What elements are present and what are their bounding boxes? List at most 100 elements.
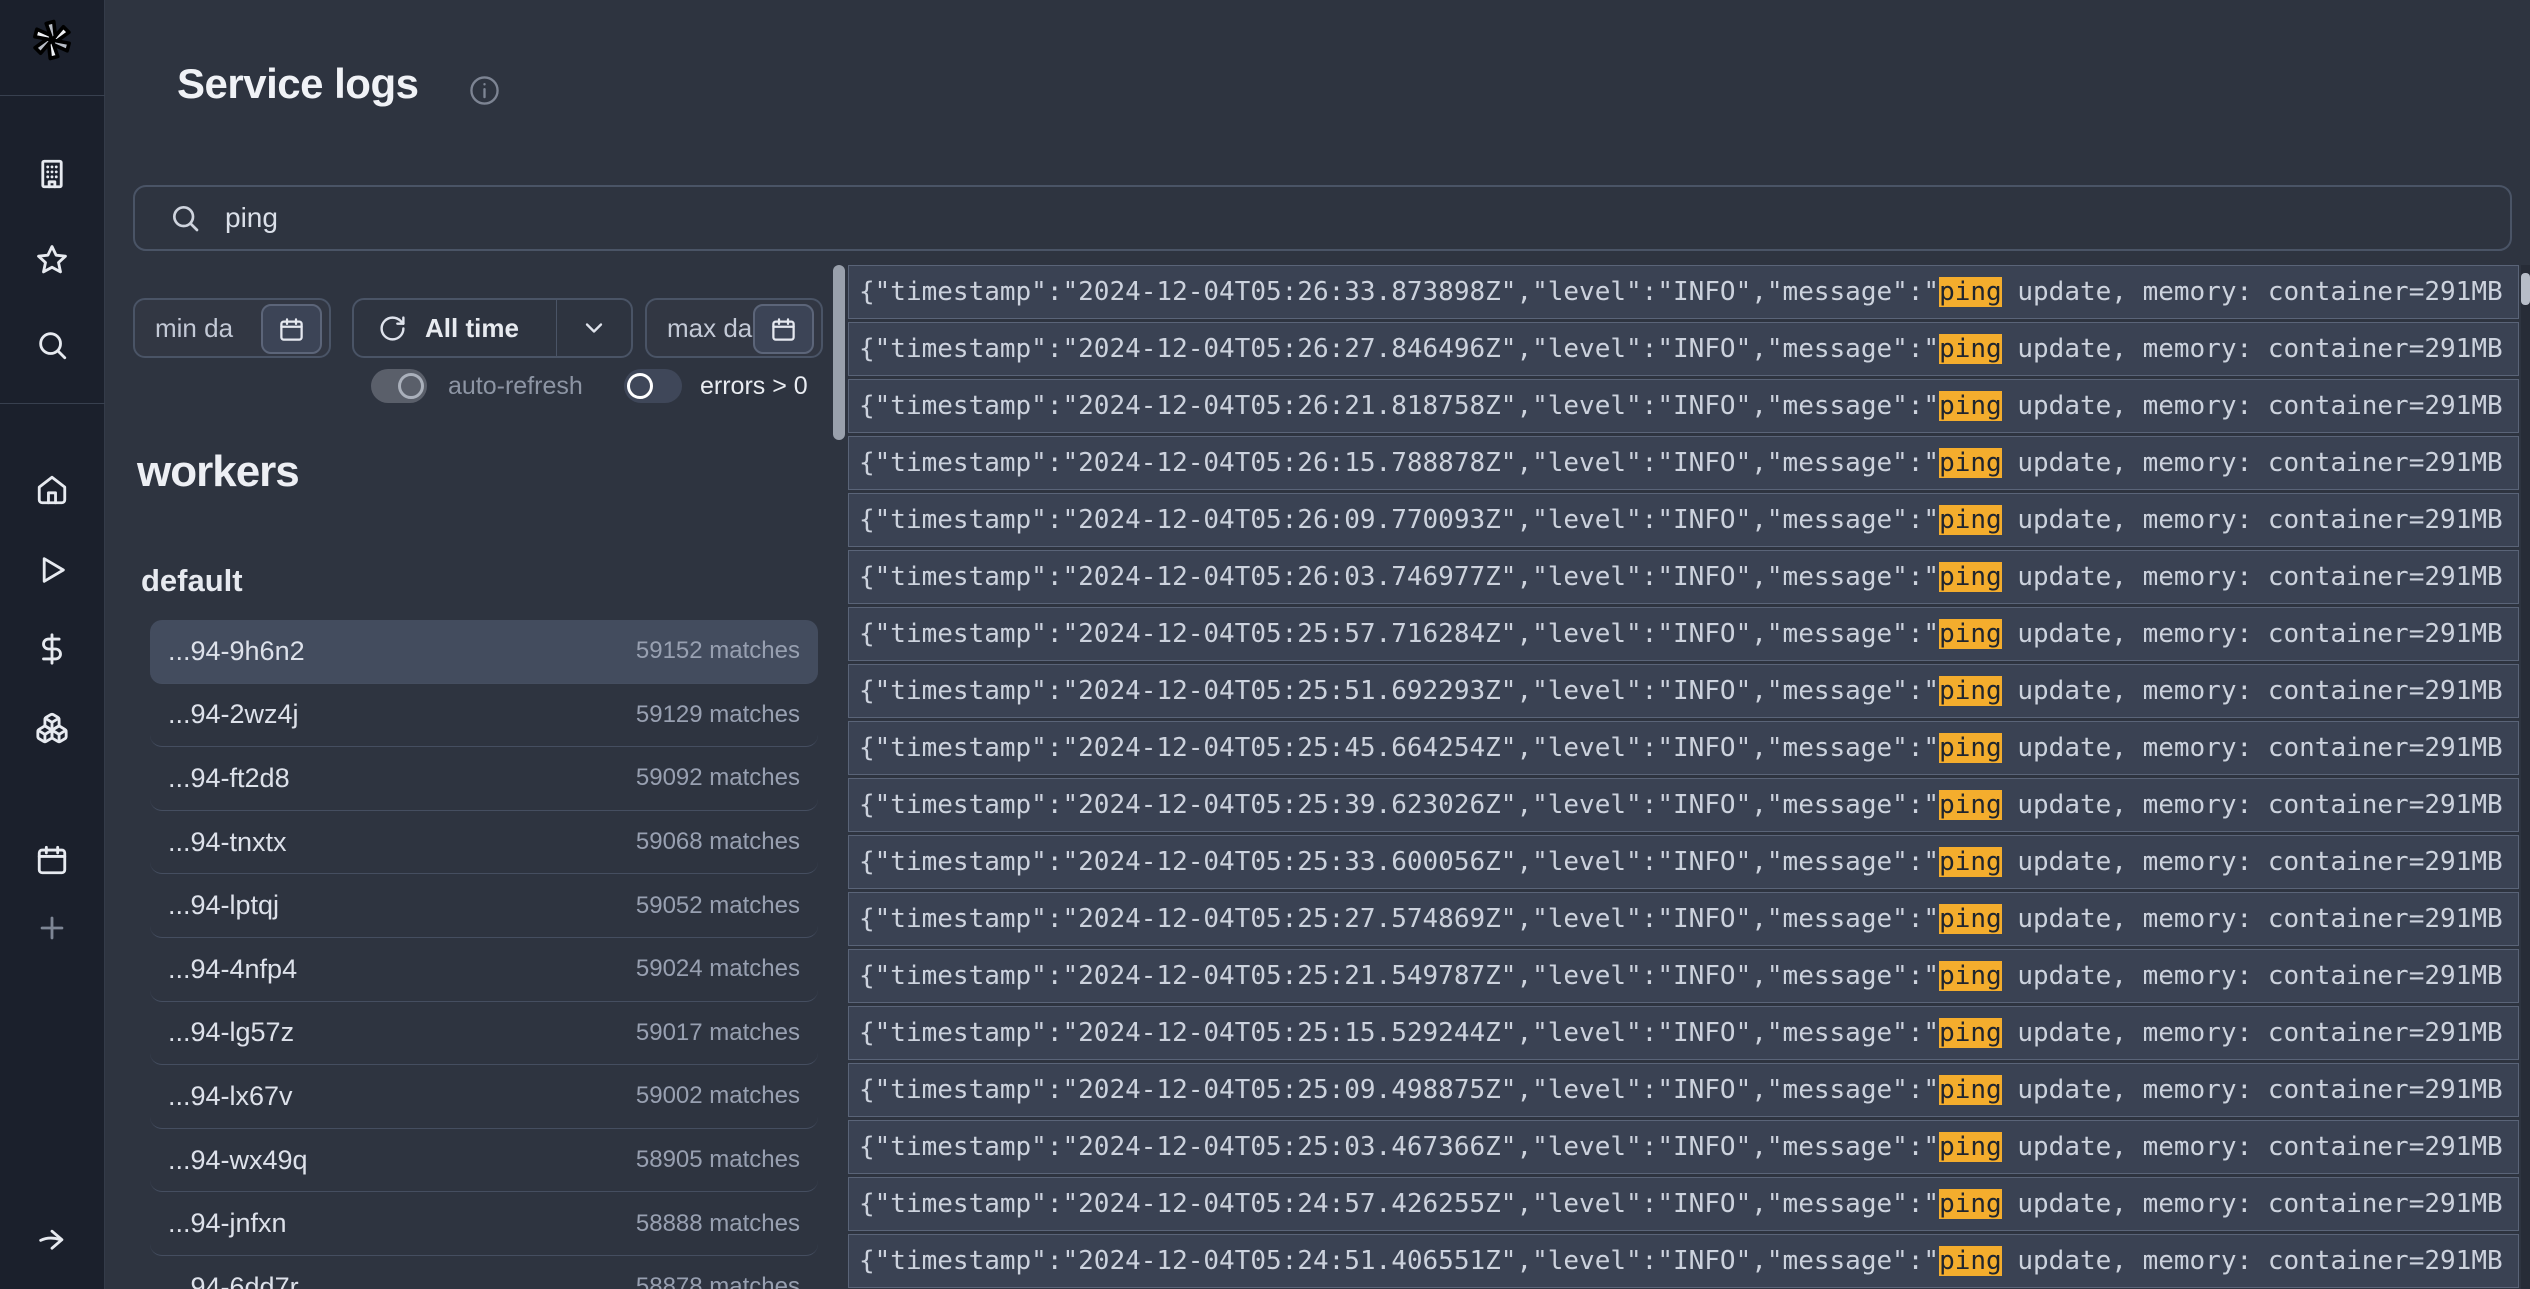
worker-name: ...94-lx67v	[168, 1081, 293, 1112]
log-row: {"timestamp":"2024-12-04T05:26:21.818758…	[848, 379, 2519, 433]
worker-panel-scrollbar-thumb[interactable]	[833, 265, 845, 440]
sidebar-divider	[0, 95, 105, 96]
worker-list: ...94-9h6n2 59152 matches ...94-2wz4j 59…	[150, 620, 818, 1289]
worker-row[interactable]: ...94-9h6n2 59152 matches	[150, 620, 818, 684]
log-text: update, memory: container=291MB	[2002, 847, 2503, 877]
log-text: update, memory: container=291MB	[2002, 904, 2503, 934]
min-date-calendar-button[interactable]	[261, 304, 322, 354]
toggle-knob	[627, 373, 653, 399]
log-text: {"timestamp":"2024-12-04T05:25:45.664254…	[859, 733, 1939, 763]
worker-match-count: 59068 matches	[636, 828, 800, 856]
log-text: {"timestamp":"2024-12-04T05:26:09.770093…	[859, 505, 1939, 535]
worker-row[interactable]: ...94-lg57z 59017 matches	[150, 1002, 818, 1066]
home-icon[interactable]	[35, 473, 69, 507]
log-scrollbar-thumb[interactable]	[2521, 273, 2530, 305]
log-row: {"timestamp":"2024-12-04T05:26:27.846496…	[848, 322, 2519, 376]
log-text: {"timestamp":"2024-12-04T05:25:51.692293…	[859, 676, 1939, 706]
log-text: {"timestamp":"2024-12-04T05:26:21.818758…	[859, 391, 1939, 421]
worker-name: ...94-9h6n2	[168, 636, 305, 667]
log-text: {"timestamp":"2024-12-04T05:26:27.846496…	[859, 334, 1939, 364]
worker-row[interactable]: ...94-6dd7r 58878 matches	[150, 1256, 818, 1289]
search-input[interactable]	[225, 202, 2490, 234]
log-scrollbar-track[interactable]	[2521, 265, 2530, 1289]
log-highlighted-match: ping	[1939, 334, 2002, 364]
time-range-refresh-button[interactable]: All time	[354, 300, 556, 356]
log-text: update, memory: container=291MB	[2002, 961, 2503, 991]
log-highlighted-match: ping	[1939, 790, 2002, 820]
log-text: update, memory: container=291MB	[2002, 1189, 2503, 1219]
log-text: update, memory: container=291MB	[2002, 1018, 2503, 1048]
time-range-dropdown-button[interactable]	[557, 300, 631, 356]
log-row: {"timestamp":"2024-12-04T05:25:21.549787…	[848, 949, 2519, 1003]
worker-match-count: 59052 matches	[636, 892, 800, 920]
workspace-building-icon[interactable]	[35, 157, 69, 191]
worker-row[interactable]: ...94-jnfxn 58888 matches	[150, 1192, 818, 1256]
min-date-field	[133, 298, 331, 358]
log-text: update, memory: container=291MB	[2002, 676, 2503, 706]
worker-match-count: 59024 matches	[636, 955, 800, 983]
log-row: {"timestamp":"2024-12-04T05:26:09.770093…	[848, 493, 2519, 547]
worker-name: ...94-lg57z	[168, 1017, 294, 1048]
log-highlighted-match: ping	[1939, 1075, 2002, 1105]
worker-row[interactable]: ...94-ft2d8 59092 matches	[150, 747, 818, 811]
log-highlighted-match: ping	[1939, 1246, 2002, 1276]
log-highlighted-match: ping	[1939, 505, 2002, 535]
expand-sidebar-arrow-icon[interactable]	[35, 1222, 69, 1256]
worker-row[interactable]: ...94-lx67v 59002 matches	[150, 1065, 818, 1129]
log-row: {"timestamp":"2024-12-04T05:25:15.529244…	[848, 1006, 2519, 1060]
log-text: {"timestamp":"2024-12-04T05:24:57.426255…	[859, 1189, 1939, 1219]
log-row: {"timestamp":"2024-12-04T05:24:57.426255…	[848, 1177, 2519, 1231]
log-text: update, memory: container=291MB	[2002, 505, 2503, 535]
worker-match-count: 59002 matches	[636, 1082, 800, 1110]
worker-name: ...94-6dd7r	[168, 1272, 299, 1289]
worker-row[interactable]: ...94-tnxtx 59068 matches	[150, 811, 818, 875]
resources-boxes-icon[interactable]	[35, 711, 69, 745]
service-logs-page: Service logs All time auto-refresh error…	[0, 0, 2530, 1289]
worker-name: ...94-jnfxn	[168, 1208, 287, 1239]
max-date-calendar-button[interactable]	[753, 304, 814, 354]
auto-refresh-label: auto-refresh	[448, 372, 583, 401]
schedules-calendar-icon[interactable]	[35, 843, 69, 877]
windmill-logo-icon[interactable]	[30, 18, 74, 62]
worker-match-count: 59152 matches	[636, 637, 800, 665]
log-row: {"timestamp":"2024-12-04T05:24:51.406551…	[848, 1234, 2519, 1288]
worker-row[interactable]: ...94-4nfp4 59024 matches	[150, 938, 818, 1002]
search-icon[interactable]	[35, 328, 69, 362]
chevron-down-icon	[580, 314, 608, 342]
worker-row[interactable]: ...94-wx49q 58905 matches	[150, 1129, 818, 1193]
log-text: {"timestamp":"2024-12-04T05:26:03.746977…	[859, 562, 1939, 592]
max-date-field	[645, 298, 823, 358]
worker-match-count: 59017 matches	[636, 1019, 800, 1047]
worker-row[interactable]: ...94-lptqj 59052 matches	[150, 874, 818, 938]
log-text: {"timestamp":"2024-12-04T05:26:33.873898…	[859, 277, 1939, 307]
worker-match-count: 59092 matches	[636, 764, 800, 792]
errors-filter-toggle[interactable]	[624, 369, 682, 403]
favorites-star-icon[interactable]	[35, 243, 69, 277]
worker-name: ...94-lptqj	[168, 890, 279, 921]
log-text: update, memory: container=291MB	[2002, 790, 2503, 820]
time-range-label: All time	[425, 313, 519, 344]
worker-match-count: 59129 matches	[636, 701, 800, 729]
sidebar	[0, 0, 105, 1289]
log-highlighted-match: ping	[1939, 1018, 2002, 1048]
worker-match-count: 58888 matches	[636, 1210, 800, 1238]
worker-match-count: 58878 matches	[636, 1273, 800, 1289]
log-highlighted-match: ping	[1939, 733, 2002, 763]
add-plus-icon[interactable]	[35, 911, 69, 945]
errors-filter-label: errors > 0	[700, 372, 808, 401]
info-icon[interactable]	[468, 74, 501, 107]
log-text: update, memory: container=291MB	[2002, 619, 2503, 649]
auto-refresh-toggle[interactable]	[371, 369, 427, 403]
worker-row[interactable]: ...94-2wz4j 59129 matches	[150, 684, 818, 748]
log-highlighted-match: ping	[1939, 277, 2002, 307]
log-text: update, memory: container=291MB	[2002, 391, 2503, 421]
worker-name: ...94-2wz4j	[168, 699, 299, 730]
log-text: update, memory: container=291MB	[2002, 448, 2503, 478]
log-text: update, memory: container=291MB	[2002, 1075, 2503, 1105]
log-highlighted-match: ping	[1939, 391, 2002, 421]
worker-name: ...94-ft2d8	[168, 763, 290, 794]
runs-play-icon[interactable]	[35, 553, 69, 587]
log-highlighted-match: ping	[1939, 847, 2002, 877]
usage-dollar-icon[interactable]	[35, 632, 69, 666]
log-highlighted-match: ping	[1939, 448, 2002, 478]
